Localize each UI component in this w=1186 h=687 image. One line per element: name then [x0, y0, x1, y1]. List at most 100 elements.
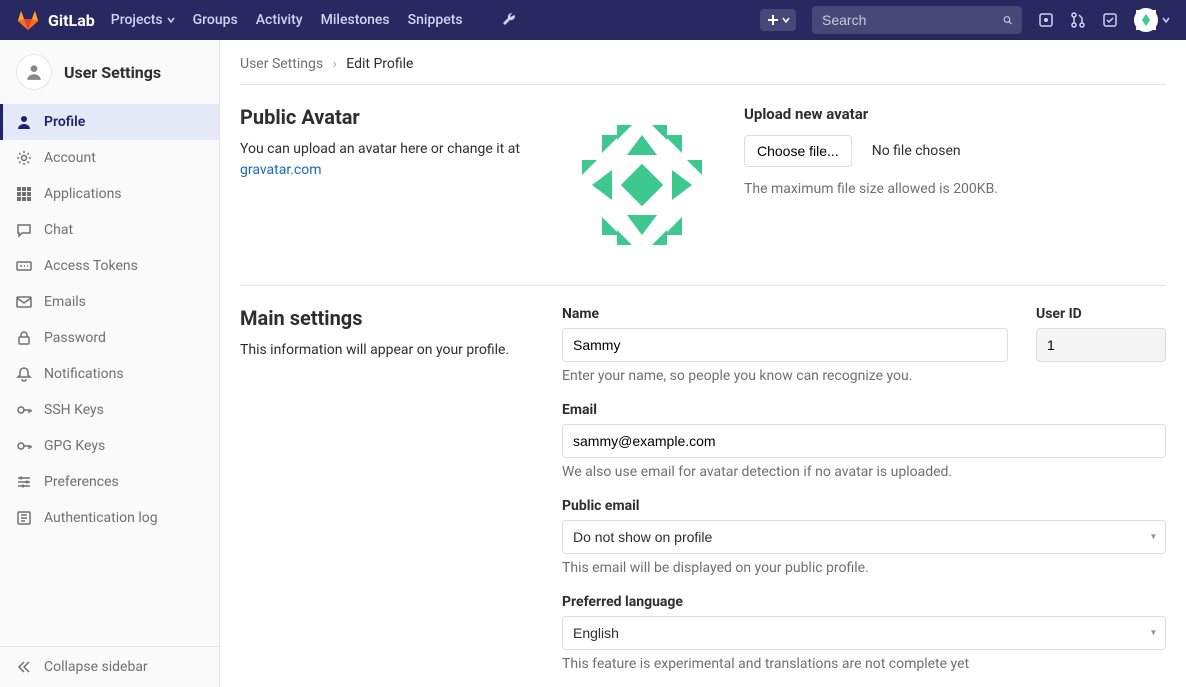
sidebar: User Settings Profile Account Applicatio…	[0, 40, 220, 687]
brand-logo[interactable]: GitLab	[16, 8, 95, 32]
breadcrumb-current: Edit Profile	[346, 56, 413, 72]
sidebar-item-chat[interactable]: Chat	[0, 212, 219, 248]
wrench-icon[interactable]	[501, 12, 517, 28]
public-email-label: Public email	[562, 498, 1166, 514]
file-size-hint: The maximum file size allowed is 200KB.	[744, 181, 998, 197]
sidebar-item-label: Chat	[44, 222, 73, 238]
top-navbar: GitLab Projects Groups Activity Mileston…	[0, 0, 1186, 40]
upload-heading: Upload new avatar	[744, 105, 998, 123]
nav-projects-label: Projects	[111, 12, 163, 28]
chevron-down-icon	[782, 16, 790, 24]
sidebar-item-label: Authentication log	[44, 510, 158, 526]
lang-help: This feature is experimental and transla…	[562, 656, 1166, 672]
gear-icon	[16, 150, 32, 166]
sidebar-item-applications[interactable]: Applications	[0, 176, 219, 212]
nav-groups-label: Groups	[193, 12, 238, 28]
avatar-desc-text: You can upload an avatar here or change …	[240, 141, 520, 157]
applications-icon	[16, 186, 32, 202]
choose-file-button[interactable]: Choose file...	[744, 135, 852, 167]
nav-activity[interactable]: Activity	[256, 12, 303, 28]
nav-milestones-label: Milestones	[321, 12, 390, 28]
main-content: User Settings › Edit Profile Public Avat…	[220, 40, 1186, 687]
avatar-section: Public Avatar You can upload an avatar h…	[240, 85, 1166, 286]
nav-snippets[interactable]: Snippets	[408, 12, 463, 28]
sidebar-item-access-tokens[interactable]: Access Tokens	[0, 248, 219, 284]
email-icon	[16, 294, 32, 310]
brand-name: GitLab	[48, 11, 95, 30]
nav-right	[760, 6, 1170, 34]
sidebar-item-profile[interactable]: Profile	[0, 104, 219, 140]
sidebar-item-label: Preferences	[44, 474, 119, 490]
token-icon	[16, 258, 32, 274]
sidebar-item-password[interactable]: Password	[0, 320, 219, 356]
breadcrumb-root[interactable]: User Settings	[240, 56, 323, 72]
gravatar-link[interactable]: gravatar.com	[240, 162, 322, 178]
sidebar-item-label: Password	[44, 330, 106, 346]
breadcrumb: User Settings › Edit Profile	[240, 56, 1166, 85]
sidebar-item-label: Notifications	[44, 366, 124, 382]
email-input[interactable]	[562, 424, 1166, 458]
key-icon	[16, 438, 32, 454]
gitlab-icon	[16, 8, 40, 32]
sidebar-title: User Settings	[64, 63, 161, 82]
main-settings-section: Main settings This information will appe…	[240, 286, 1166, 687]
sidebar-item-label: Account	[44, 150, 96, 166]
person-icon	[16, 54, 52, 90]
name-help: Enter your name, so people you know can …	[562, 368, 1008, 384]
sidebar-item-preferences[interactable]: Preferences	[0, 464, 219, 500]
chevron-down-icon	[167, 16, 175, 24]
lang-select[interactable]: English	[562, 616, 1166, 650]
sidebar-item-label: Applications	[44, 186, 122, 202]
nav-menu: Projects Groups Activity Milestones Snip…	[111, 12, 517, 28]
merge-requests-icon[interactable]	[1070, 12, 1086, 28]
public-email-select[interactable]: Do not show on profile	[562, 520, 1166, 554]
sidebar-item-ssh-keys[interactable]: SSH Keys	[0, 392, 219, 428]
avatar-section-title: Public Avatar	[240, 105, 542, 129]
userid-input	[1036, 328, 1166, 362]
email-help: We also use email for avatar detection i…	[562, 464, 1166, 480]
plus-icon	[766, 13, 780, 27]
search-icon	[1003, 12, 1012, 28]
email-label: Email	[562, 402, 1166, 418]
nav-milestones[interactable]: Milestones	[321, 12, 390, 28]
chevron-right-icon: ›	[333, 56, 337, 72]
collapse-label: Collapse sidebar	[44, 659, 148, 675]
log-icon	[16, 510, 32, 526]
sidebar-item-label: GPG Keys	[44, 438, 105, 454]
user-menu[interactable]	[1134, 8, 1170, 32]
chevron-down-icon	[1162, 16, 1170, 24]
no-file-text: No file chosen	[872, 143, 961, 159]
sidebar-item-auth-log[interactable]: Authentication log	[0, 500, 219, 536]
sidebar-item-emails[interactable]: Emails	[0, 284, 219, 320]
sidebar-item-label: Profile	[44, 114, 85, 130]
avatar-section-desc: You can upload an avatar here or change …	[240, 139, 542, 181]
name-input[interactable]	[562, 328, 1008, 362]
lock-icon	[16, 330, 32, 346]
sidebar-item-gpg-keys[interactable]: GPG Keys	[0, 428, 219, 464]
search-input[interactable]	[822, 12, 1003, 28]
main-settings-title: Main settings	[240, 306, 542, 330]
preferences-icon	[16, 474, 32, 490]
todos-icon[interactable]	[1102, 12, 1118, 28]
search-box[interactable]	[812, 6, 1022, 34]
nav-projects[interactable]: Projects	[111, 12, 175, 28]
main-settings-desc: This information will appear on your pro…	[240, 340, 542, 361]
issues-icon[interactable]	[1038, 12, 1054, 28]
nav-groups[interactable]: Groups	[193, 12, 238, 28]
collapse-sidebar[interactable]: Collapse sidebar	[0, 647, 219, 687]
avatar-icon	[1134, 8, 1158, 32]
profile-icon	[16, 114, 32, 130]
sidebar-item-label: Emails	[44, 294, 86, 310]
new-dropdown[interactable]	[760, 9, 796, 31]
bell-icon	[16, 366, 32, 382]
sidebar-item-account[interactable]: Account	[0, 140, 219, 176]
nav-activity-label: Activity	[256, 12, 303, 28]
lang-label: Preferred language	[562, 594, 1166, 610]
avatar-preview	[562, 105, 722, 265]
chat-icon	[16, 222, 32, 238]
sidebar-item-notifications[interactable]: Notifications	[0, 356, 219, 392]
public-email-help: This email will be displayed on your pub…	[562, 560, 1166, 576]
name-label: Name	[562, 306, 1008, 322]
userid-label: User ID	[1036, 306, 1166, 322]
collapse-icon	[16, 659, 32, 675]
